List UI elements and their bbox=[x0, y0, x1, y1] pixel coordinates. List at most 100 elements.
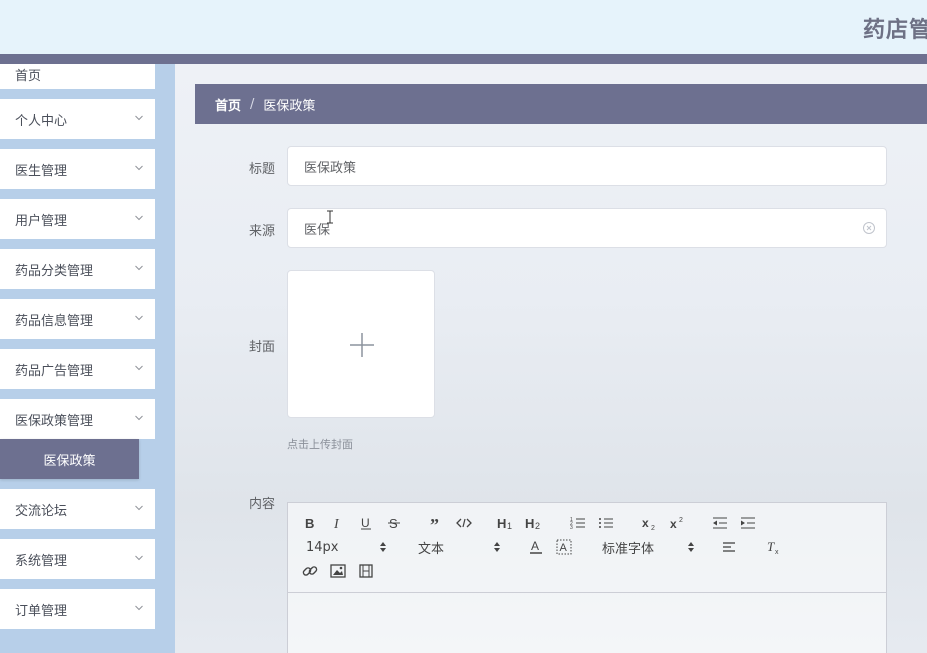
header-picker-value: 文本 bbox=[418, 541, 445, 557]
sidebar-item-label: 用户管理 bbox=[15, 213, 68, 229]
chevron-down-icon bbox=[135, 165, 143, 171]
chevron-up-icon bbox=[135, 415, 143, 421]
sidebar-item-label: 订单管理 bbox=[15, 603, 68, 619]
title-label: 标题 bbox=[248, 162, 275, 177]
top-bar-strip bbox=[0, 54, 927, 64]
svg-text:T: T bbox=[767, 539, 775, 554]
chevron-down-icon bbox=[135, 115, 143, 121]
bullet-list-icon[interactable] bbox=[596, 514, 616, 532]
image-icon[interactable] bbox=[328, 562, 348, 580]
sidebar-item-label: 系统管理 bbox=[15, 553, 68, 569]
sidebar-item-drug-ads[interactable]: 药品广告管理 bbox=[0, 349, 155, 389]
sidebar-subitem-insurance-policy[interactable]: 医保政策 bbox=[0, 439, 139, 479]
cover-upload-tip: 点击上传封面 bbox=[287, 438, 353, 451]
clear-format-icon[interactable]: Tx bbox=[764, 538, 784, 556]
sidebar-item-personal-center[interactable]: 个人中心 bbox=[0, 99, 155, 139]
breadcrumb-current: 医保政策 bbox=[263, 98, 316, 114]
content-label: 内容 bbox=[248, 497, 275, 512]
chevron-down-icon bbox=[135, 365, 143, 371]
font-picker[interactable]: 标准字体 bbox=[602, 538, 702, 557]
sidebar-item-doctor[interactable]: 医生管理 bbox=[0, 149, 155, 189]
svg-text:x: x bbox=[775, 549, 779, 555]
sidebar-item-drug-info[interactable]: 药品信息管理 bbox=[0, 299, 155, 339]
sidebar: 首页 个人中心 医生管理 用户管理 药品分类管理 药品信息管理 药品广告管理 医… bbox=[0, 64, 175, 653]
bold-icon[interactable]: B bbox=[300, 514, 320, 532]
header-picker[interactable]: 文本 bbox=[418, 538, 508, 557]
chevron-down-icon bbox=[135, 265, 143, 271]
picker-arrows-icon bbox=[688, 542, 694, 552]
indent-icon[interactable] bbox=[738, 514, 758, 532]
strike-icon[interactable]: S bbox=[384, 514, 404, 532]
svg-text:x: x bbox=[670, 517, 677, 530]
plus-icon bbox=[350, 333, 374, 357]
sidebar-item-insurance-policy[interactable]: 医保政策管理 bbox=[0, 399, 155, 439]
svg-text:”: ” bbox=[430, 516, 439, 530]
editor-content-area[interactable] bbox=[288, 594, 886, 653]
blockquote-icon[interactable]: ” bbox=[426, 514, 446, 532]
title-input-value: 医保政策 bbox=[304, 160, 357, 176]
font-color-icon[interactable]: A bbox=[526, 538, 546, 556]
svg-text:I: I bbox=[333, 517, 340, 530]
sidebar-item-user[interactable]: 用户管理 bbox=[0, 199, 155, 239]
clear-icon[interactable] bbox=[862, 221, 876, 235]
cover-uploader[interactable] bbox=[287, 270, 435, 418]
svg-text:2: 2 bbox=[679, 517, 683, 524]
h1-icon[interactable]: H1 bbox=[496, 514, 516, 532]
source-input[interactable]: 医保 bbox=[287, 208, 887, 248]
svg-text:3: 3 bbox=[570, 525, 573, 530]
outdent-icon[interactable] bbox=[710, 514, 730, 532]
link-icon[interactable] bbox=[300, 562, 320, 580]
top-bar: 药店管 bbox=[0, 0, 927, 54]
picker-arrows-icon bbox=[380, 542, 386, 552]
sidebar-item-forum[interactable]: 交流论坛 bbox=[0, 489, 155, 529]
svg-text:2: 2 bbox=[535, 521, 540, 530]
sidebar-item-drug-category[interactable]: 药品分类管理 bbox=[0, 249, 155, 289]
breadcrumb-separator: / bbox=[250, 96, 255, 112]
sidebar-item-label: 个人中心 bbox=[15, 113, 68, 129]
superscript-icon[interactable]: x2 bbox=[668, 514, 688, 532]
app-title: 药店管 bbox=[863, 18, 927, 43]
svg-text:1: 1 bbox=[507, 521, 512, 530]
sidebar-item-label: 药品信息管理 bbox=[15, 313, 94, 329]
main-content: 首页 / 医保政策 标题 医保政策 来源 医保 封面 点击上传封面 内容 B I… bbox=[175, 64, 927, 653]
size-picker[interactable]: 14px bbox=[306, 538, 396, 556]
chevron-down-icon bbox=[135, 215, 143, 221]
chevron-down-icon bbox=[135, 315, 143, 321]
sidebar-item-label: 医生管理 bbox=[15, 163, 68, 179]
video-icon[interactable] bbox=[356, 562, 376, 580]
align-icon[interactable] bbox=[720, 538, 740, 556]
breadcrumb: 首页 / 医保政策 bbox=[195, 84, 927, 124]
subscript-icon[interactable]: x2 bbox=[640, 514, 660, 532]
code-block-icon[interactable] bbox=[454, 514, 474, 532]
svg-text:x: x bbox=[642, 516, 649, 530]
svg-text:A: A bbox=[560, 542, 568, 554]
title-input[interactable]: 医保政策 bbox=[287, 146, 887, 186]
breadcrumb-home[interactable]: 首页 bbox=[215, 95, 241, 114]
picker-arrows-icon bbox=[494, 542, 500, 552]
ordered-list-icon[interactable]: 123 bbox=[568, 514, 588, 532]
editor-toolbar: B I U S ” H1 H2 123 x 2 x 2 14px 文本 A A … bbox=[288, 503, 886, 593]
svg-text:2: 2 bbox=[651, 525, 655, 530]
italic-icon[interactable]: I bbox=[328, 514, 348, 532]
svg-text:A: A bbox=[531, 539, 539, 553]
svg-text:B: B bbox=[305, 516, 314, 530]
sidebar-item-label: 药品广告管理 bbox=[15, 363, 94, 379]
chevron-down-icon bbox=[135, 555, 143, 561]
sidebar-item-label: 医保政策管理 bbox=[15, 413, 94, 429]
chevron-down-icon bbox=[135, 505, 143, 511]
sidebar-item-label: 首页 bbox=[15, 68, 42, 84]
sidebar-item-home[interactable]: 首页 bbox=[0, 64, 155, 89]
underline-icon[interactable]: U bbox=[356, 514, 376, 532]
h2-icon[interactable]: H2 bbox=[524, 514, 544, 532]
background-color-icon[interactable]: A bbox=[554, 538, 574, 556]
rich-text-editor[interactable]: B I U S ” H1 H2 123 x 2 x 2 14px 文本 A A … bbox=[287, 502, 887, 653]
svg-text:U: U bbox=[361, 516, 370, 530]
sidebar-item-system[interactable]: 系统管理 bbox=[0, 539, 155, 579]
sidebar-item-label: 交流论坛 bbox=[15, 503, 68, 519]
source-label: 来源 bbox=[248, 224, 275, 239]
text-cursor-icon bbox=[327, 210, 333, 224]
sidebar-subitem-label: 医保政策 bbox=[43, 453, 96, 469]
sidebar-item-orders[interactable]: 订单管理 bbox=[0, 589, 155, 629]
size-picker-value: 14px bbox=[306, 539, 339, 555]
sidebar-item-label: 药品分类管理 bbox=[15, 263, 94, 279]
